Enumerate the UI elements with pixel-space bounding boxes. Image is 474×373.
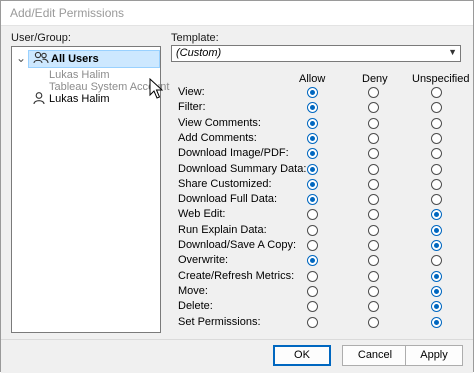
template-select[interactable]: (Custom) ▼ <box>171 45 461 62</box>
radio-deny[interactable] <box>368 102 379 113</box>
radio-allow[interactable] <box>307 87 318 98</box>
permission-label: View Comments: <box>178 117 261 129</box>
permission-label: Set Permissions: <box>178 316 261 328</box>
radio-allow[interactable] <box>307 301 318 312</box>
radio-deny[interactable] <box>368 255 379 266</box>
radio-allow[interactable] <box>307 179 318 190</box>
mouse-cursor-icon <box>149 78 163 99</box>
radio-unspecified[interactable] <box>431 179 442 190</box>
radio-unspecified[interactable] <box>431 209 442 220</box>
radio-unspecified[interactable] <box>431 164 442 175</box>
radio-allow[interactable] <box>307 102 318 113</box>
radio-unspecified[interactable] <box>431 301 442 312</box>
radio-allow[interactable] <box>307 240 318 251</box>
permission-label: Overwrite: <box>178 254 229 266</box>
radio-allow[interactable] <box>307 271 318 282</box>
radio-unspecified[interactable] <box>431 118 442 129</box>
template-value: (Custom) <box>176 47 222 59</box>
ok-button[interactable]: OK <box>273 345 331 366</box>
radio-allow[interactable] <box>307 317 318 328</box>
radio-deny[interactable] <box>368 164 379 175</box>
radio-unspecified[interactable] <box>431 87 442 98</box>
cancel-button[interactable]: Cancel <box>342 345 408 366</box>
radio-allow[interactable] <box>307 148 318 159</box>
permission-label: Download Summary Data: <box>178 163 307 175</box>
radio-deny[interactable] <box>368 194 379 205</box>
expand-chevron-icon[interactable]: ⌄ <box>16 50 26 66</box>
radio-deny[interactable] <box>368 148 379 159</box>
radio-allow[interactable] <box>307 164 318 175</box>
radio-deny[interactable] <box>368 286 379 297</box>
radio-allow[interactable] <box>307 255 318 266</box>
apply-button[interactable]: Apply <box>405 345 463 366</box>
radio-unspecified[interactable] <box>431 133 442 144</box>
permission-label: Create/Refresh Metrics: <box>178 270 295 282</box>
radio-unspecified[interactable] <box>431 240 442 251</box>
radio-deny[interactable] <box>368 87 379 98</box>
radio-allow[interactable] <box>307 225 318 236</box>
permission-label: Download Full Data: <box>178 193 278 205</box>
radio-unspecified[interactable] <box>431 255 442 266</box>
radio-unspecified[interactable] <box>431 286 442 297</box>
radio-unspecified[interactable] <box>431 271 442 282</box>
column-header-deny: Deny <box>362 73 388 85</box>
tree-item-lukas-halim[interactable]: Lukas Halim <box>49 91 110 107</box>
permission-label: View: <box>178 86 205 98</box>
permissions-dialog: Add/Edit Permissions User/Group: ⌄ All U… <box>0 0 474 373</box>
radio-unspecified[interactable] <box>431 102 442 113</box>
radio-deny[interactable] <box>368 225 379 236</box>
title-bar: Add/Edit Permissions <box>1 1 473 26</box>
permission-label: Download/Save A Copy: <box>178 239 297 251</box>
radio-deny[interactable] <box>368 317 379 328</box>
radio-allow[interactable] <box>307 194 318 205</box>
radio-allow[interactable] <box>307 209 318 220</box>
user-group-tree[interactable]: ⌄ All Users Lukas Halim Tableau System A… <box>11 46 169 333</box>
radio-unspecified[interactable] <box>431 148 442 159</box>
radio-deny[interactable] <box>368 118 379 129</box>
radio-deny[interactable] <box>368 209 379 220</box>
permission-label: Add Comments: <box>178 132 257 144</box>
radio-allow[interactable] <box>307 133 318 144</box>
permission-label: Download Image/PDF: <box>178 147 289 159</box>
permission-label: Share Customized: <box>178 178 272 190</box>
template-label: Template: <box>171 32 219 44</box>
column-header-unspecified: Unspecified <box>412 73 470 85</box>
dropdown-arrow-icon[interactable]: ▼ <box>448 47 457 57</box>
radio-unspecified[interactable] <box>431 194 442 205</box>
permission-label: Filter: <box>178 101 206 113</box>
user-icon <box>33 91 47 107</box>
radio-deny[interactable] <box>368 271 379 282</box>
radio-deny[interactable] <box>368 179 379 190</box>
permission-label: Move: <box>178 285 208 297</box>
radio-unspecified[interactable] <box>431 317 442 328</box>
permission-label: Delete: <box>178 300 213 312</box>
permission-label: Run Explain Data: <box>178 224 267 236</box>
user-group-label: User/Group: <box>11 32 71 44</box>
radio-deny[interactable] <box>368 301 379 312</box>
group-icon <box>33 51 49 67</box>
radio-deny[interactable] <box>368 133 379 144</box>
radio-deny[interactable] <box>368 240 379 251</box>
column-header-allow: Allow <box>299 73 326 85</box>
tree-item-all-users[interactable]: All Users <box>51 51 99 67</box>
radio-unspecified[interactable] <box>431 225 442 236</box>
radio-allow[interactable] <box>307 118 318 129</box>
window-title: Add/Edit Permissions <box>10 6 125 20</box>
radio-allow[interactable] <box>307 286 318 297</box>
permission-label: Web Edit: <box>178 208 226 220</box>
